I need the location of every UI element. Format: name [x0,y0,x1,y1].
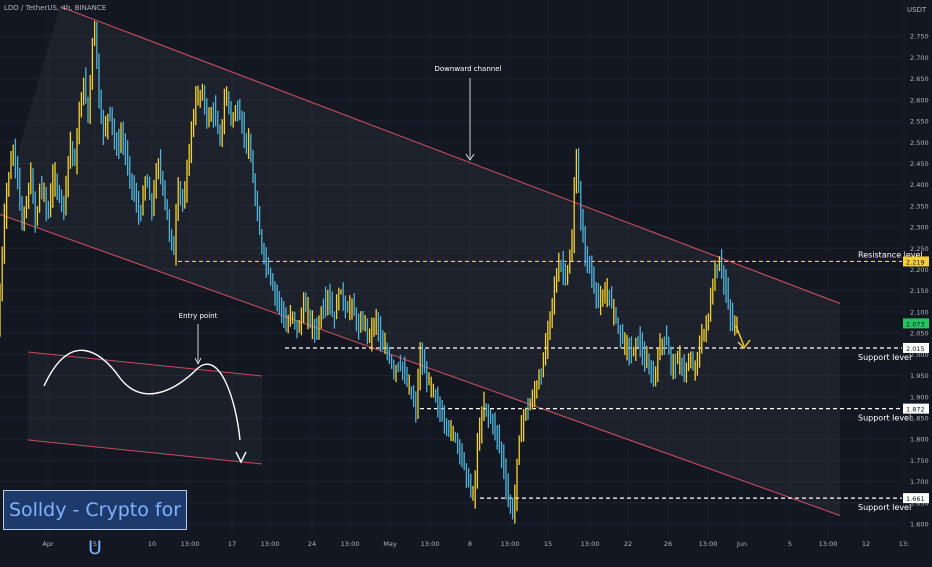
y-tick-label: 2.400 [910,181,929,189]
y-tick-label: 2.750 [910,33,929,41]
support-label: Support level [858,353,911,362]
x-tick-label: 13:00 [261,540,280,548]
y-tick-label: 2.600 [910,96,929,104]
x-tick-label: 24 [308,540,316,548]
y-tick-label: 2.500 [910,139,929,147]
price-tag: 1.872 [906,406,925,414]
x-tick-label: 13:00 [501,540,520,548]
quote-currency-label: USDT [907,6,927,14]
x-tick-label: 13:00 [699,540,718,548]
y-tick-label: 2.050 [910,330,929,338]
x-tick-label: Apr [42,540,54,548]
y-tick-label: 2.200 [910,266,929,274]
x-tick-label: 8 [468,540,472,548]
y-tick-label: 1.950 [910,372,929,380]
x-tick-label: 13:00 [421,540,440,548]
channel-label: Downward channel [435,65,502,73]
y-tick-label: 1.900 [910,393,929,401]
y-tick-label: 2.150 [910,287,929,295]
y-tick-label: 2.250 [910,245,929,253]
y-tick-label: 1.850 [910,414,929,422]
x-tick-label: 13:00 [181,540,200,548]
y-tick-label: 1.700 [910,478,929,486]
support-label: Support level [858,414,911,423]
x-tick-label: Jun [736,540,747,548]
x-tick-label: 13:00 [581,540,600,548]
current-price-tag: 2.073 [906,320,925,328]
y-tick-label: 1.600 [910,521,929,529]
x-tick-label: 22 [624,540,632,548]
y-tick-label: 2.700 [910,54,929,62]
x-tick-label: 15 [544,540,552,548]
price-tag: 2.219 [906,258,925,266]
y-tick-label: 2.300 [910,224,929,232]
y-tick-label: 2.100 [910,308,929,316]
price-tag: 1.661 [906,495,925,503]
x-tick-label: 5 [788,540,792,548]
y-tick-label: 1.750 [910,457,929,465]
x-tick-label: 26 [664,540,672,548]
y-tick-label: 2.450 [910,160,929,168]
x-tick-label: 17 [228,540,236,548]
price-tag: 2.015 [906,345,925,353]
x-tick-label: 12 [862,540,870,548]
x-tick-label: 10 [148,540,156,548]
x-tick-label: May [383,540,397,548]
y-tick-label: 2.350 [910,202,929,210]
y-tick-label: 2.550 [910,118,929,126]
entry-label: Entry point [179,312,218,320]
y-tick-label: 2.650 [910,75,929,83]
x-tick-label: 13:00 [819,540,838,548]
support-label: Support level [858,503,911,512]
x-tick-label: 13:00 [341,540,360,548]
price-chart[interactable]: Resistance levelSupport levelSupport lev… [0,0,932,550]
x-tick-label: 13: [899,540,909,548]
brand-watermark: Solldy - Crypto for U [3,490,187,559]
y-tick-label: 1.800 [910,436,929,444]
symbol-header: LDO / TetherUS, 4h, BINANCE [4,4,107,12]
